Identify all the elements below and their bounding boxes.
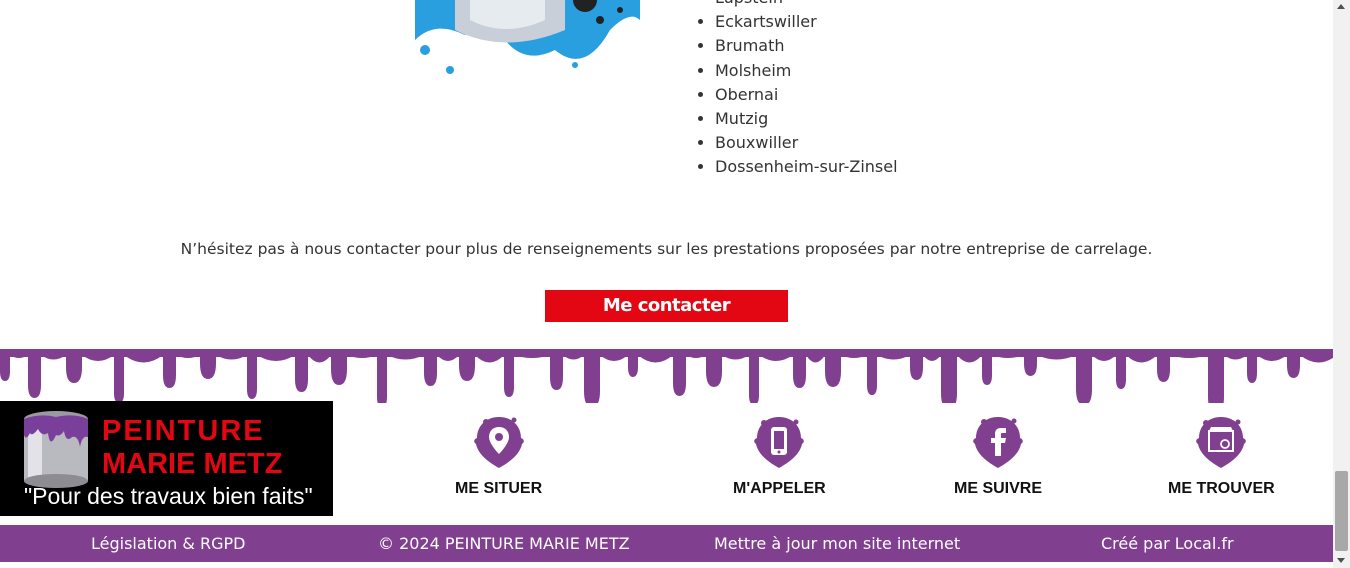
location-pin-icon [473, 417, 524, 468]
me-trouver-label: ME TROUVER [1168, 480, 1275, 497]
paint-can-splash-image [415, 0, 640, 74]
city-list: Lupstein Eckartswiller Brumath Molsheim … [695, 0, 898, 180]
list-item: Eckartswiller [715, 10, 898, 34]
scrollbar-thumb[interactable] [1335, 471, 1348, 551]
list-item: Brumath [715, 34, 898, 58]
list-item: Bouxwiller [715, 131, 898, 155]
paint-drip-border [0, 349, 1333, 403]
contact-paragraph: N’hésitez pas à nous contacter pour plus… [180, 240, 1153, 258]
facebook-icon [973, 417, 1023, 468]
list-item: Mutzig [715, 107, 898, 131]
logo-line2: MARIE METZ [102, 448, 283, 480]
me-suivre-link[interactable]: ME SUIVRE [954, 414, 1042, 498]
me-situer-link[interactable]: ME SITUER [455, 414, 542, 498]
company-logo[interactable]: PEINTURE MARIE METZ "Pour des travaux bi… [0, 401, 333, 516]
m-appeler-link[interactable]: M'APPELER [733, 414, 826, 498]
credit-link[interactable]: Créé par Local.fr [1101, 534, 1234, 553]
contact-button[interactable]: Me contacter [545, 290, 788, 322]
m-appeler-label: M'APPELER [733, 480, 826, 497]
me-situer-label: ME SITUER [455, 480, 543, 497]
scroll-up-arrow-icon[interactable] [1337, 4, 1345, 9]
scroll-down-arrow-icon[interactable] [1337, 558, 1345, 563]
list-item: Obernai [715, 83, 898, 107]
scrollbar[interactable] [1333, 0, 1350, 568]
main-content: Lupstein Eckartswiller Brumath Molsheim … [0, 0, 1333, 349]
me-suivre-label: ME SUIVRE [954, 480, 1043, 497]
list-item: Molsheim [715, 59, 898, 83]
phone-icon [754, 417, 805, 468]
logo-line1: PEINTURE [102, 415, 265, 447]
legal-link[interactable]: Législation & RGPD [91, 534, 245, 553]
paint-can-icon [24, 411, 88, 488]
update-site-link[interactable]: Mettre à jour mon site internet [714, 534, 960, 553]
list-item: Lupstein [715, 0, 898, 10]
logo-slogan: "Pour des travaux bien faits" [24, 483, 313, 509]
google-business-icon [1196, 417, 1247, 468]
bottom-bar: Législation & RGPD © 2024 PEINTURE MARIE… [0, 525, 1333, 562]
list-item: Dossenheim-sur-Zinsel [715, 155, 898, 179]
me-trouver-link[interactable]: ME TROUVER [1168, 414, 1275, 498]
copyright-text: © 2024 PEINTURE MARIE METZ [378, 534, 630, 553]
